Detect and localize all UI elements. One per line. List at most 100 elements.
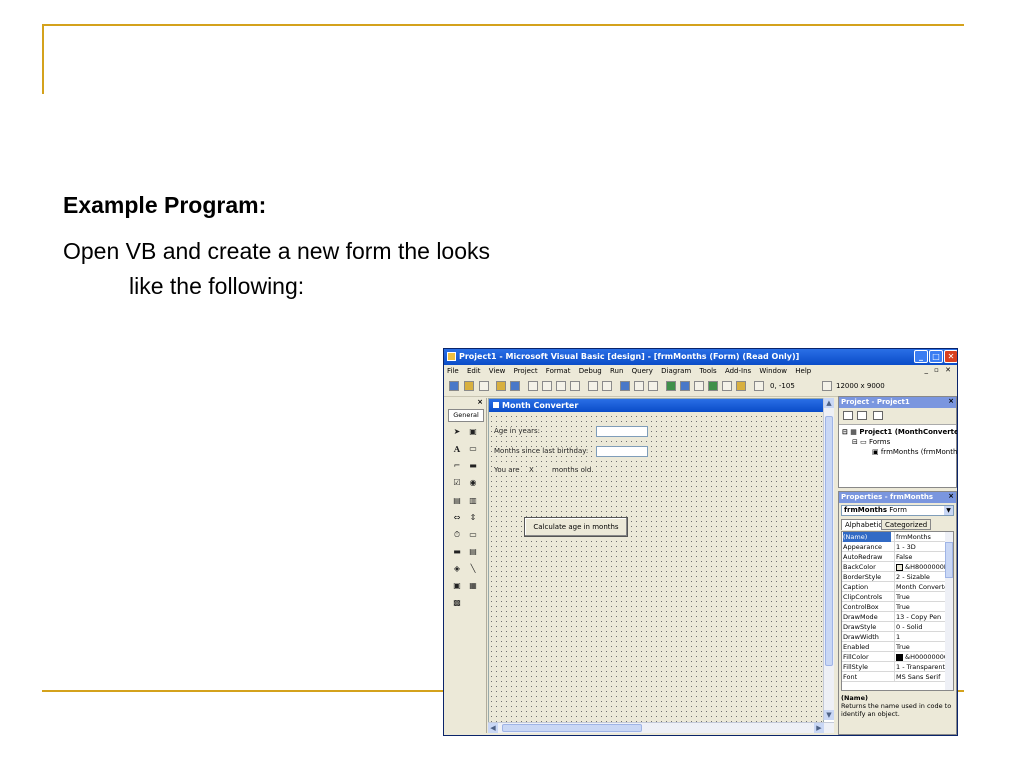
menu-add-ins[interactable]: Add-Ins	[722, 365, 754, 377]
tab-alphabetic[interactable]: Alphabetic	[841, 519, 887, 530]
timer-tool-icon[interactable]: ⏱	[450, 529, 464, 541]
drivelistbox-tool-icon[interactable]: ▭	[466, 529, 480, 541]
toolbox-general-tab[interactable]: General	[448, 409, 484, 422]
toolbox-close-icon[interactable]: ×	[477, 398, 483, 406]
property-row[interactable]: Enabled True	[842, 642, 946, 652]
property-row[interactable]: BorderStyle 2 - Sizable	[842, 572, 946, 582]
property-row[interactable]: DrawMode 13 - Copy Pen	[842, 612, 946, 622]
menu-debug[interactable]: Debug	[576, 365, 605, 377]
property-row[interactable]: BackColor&H8000000F&	[842, 562, 946, 572]
find-icon[interactable]	[570, 381, 580, 391]
menu-editor-icon[interactable]	[479, 381, 489, 391]
menu-format[interactable]: Format	[543, 365, 574, 377]
maximize-button[interactable]: □	[929, 350, 943, 363]
frame-tool-icon[interactable]: ⌐	[450, 460, 464, 472]
properties-close-icon[interactable]: ×	[948, 492, 954, 500]
redo-icon[interactable]	[602, 381, 612, 391]
checkbox-tool-icon[interactable]: ☑	[450, 477, 464, 489]
scroll-left-icon[interactable]: ◀	[488, 723, 498, 733]
textbox-tool-icon[interactable]: ▭	[466, 443, 480, 455]
label-result[interactable]: X	[528, 466, 535, 474]
line-tool-icon[interactable]: ╲	[466, 563, 480, 575]
menu-edit[interactable]: Edit	[464, 365, 484, 377]
scroll-down-icon[interactable]: ▼	[824, 710, 834, 720]
properties-window-icon[interactable]	[680, 381, 690, 391]
toolbox-icon[interactable]	[722, 381, 732, 391]
end-icon[interactable]	[648, 381, 658, 391]
minimize-button[interactable]: _	[914, 350, 928, 363]
chevron-down-icon[interactable]: ▼	[944, 506, 953, 515]
add-project-icon[interactable]	[449, 381, 459, 391]
start-icon[interactable]	[620, 381, 630, 391]
menu-diagram[interactable]: Diagram	[658, 365, 694, 377]
property-row[interactable]: AutoRedraw False	[842, 552, 946, 562]
object-selector[interactable]: frmMonths Form ▼	[841, 505, 954, 516]
property-scroll-thumb[interactable]	[945, 542, 953, 578]
age-textbox[interactable]	[596, 426, 648, 437]
menu-run[interactable]: Run	[607, 365, 626, 377]
toggle-folders-icon[interactable]	[873, 411, 883, 420]
data-view-icon[interactable]	[736, 381, 746, 391]
label-months-old[interactable]: months old.	[551, 466, 595, 474]
break-icon[interactable]	[634, 381, 644, 391]
property-row[interactable]: DrawStyle 0 - Solid	[842, 622, 946, 632]
add-form-icon[interactable]	[464, 381, 474, 391]
open-project-icon[interactable]	[496, 381, 506, 391]
vscrollbar-tool-icon[interactable]: ⇕	[466, 512, 480, 524]
view-object-icon[interactable]	[857, 411, 867, 420]
designer-horizontal-scrollbar[interactable]: ◀ ▶	[488, 722, 834, 733]
save-project-icon[interactable]	[510, 381, 520, 391]
project-explorer-icon[interactable]	[666, 381, 676, 391]
property-row[interactable]: FillColor&H00000000&	[842, 652, 946, 662]
filelistbox-tool-icon[interactable]: ▤	[466, 546, 480, 558]
menu-file[interactable]: File	[444, 365, 462, 377]
dirlistbox-tool-icon[interactable]: ▬	[450, 546, 464, 558]
tree-forms-folder[interactable]: ⊟ ▭ Forms	[852, 438, 890, 446]
label-you-are[interactable]: You are	[493, 466, 521, 474]
property-row[interactable]: (Name) frmMonths	[842, 532, 946, 542]
vertical-scroll-thumb[interactable]	[825, 416, 833, 666]
undo-icon[interactable]	[588, 381, 598, 391]
image-tool-icon[interactable]: ▣	[450, 580, 464, 592]
designer-vertical-scrollbar[interactable]: ▲ ▼	[823, 398, 834, 720]
property-row[interactable]: FillStyle 1 - Transparent	[842, 662, 946, 672]
close-button[interactable]: ✕	[944, 350, 957, 363]
label-tool-icon[interactable]: A	[450, 443, 464, 455]
menu-project[interactable]: Project	[511, 365, 541, 377]
paste-icon[interactable]	[556, 381, 566, 391]
hscrollbar-tool-icon[interactable]: ⇔	[450, 512, 464, 524]
property-row[interactable]: Font MS Sans Serif	[842, 672, 946, 682]
calculate-button[interactable]: Calculate age in months	[524, 517, 628, 537]
object-browser-icon[interactable]	[708, 381, 718, 391]
menu-view[interactable]: View	[486, 365, 509, 377]
combobox-tool-icon[interactable]: ▤	[450, 495, 464, 507]
property-grid-scrollbar[interactable]	[945, 532, 953, 690]
pointer-tool-icon[interactable]: ➤	[450, 426, 464, 438]
scroll-right-icon[interactable]: ▶	[814, 723, 824, 733]
tab-categorized[interactable]: Categorized	[881, 519, 932, 530]
cut-icon[interactable]	[528, 381, 538, 391]
horizontal-scroll-thumb[interactable]	[502, 724, 642, 732]
commandbutton-tool-icon[interactable]: ▬	[466, 460, 480, 472]
tree-project-root[interactable]: ⊟ ▦ Project1 (MonthConverter)	[842, 428, 957, 436]
copy-icon[interactable]	[542, 381, 552, 391]
title-bar[interactable]: Project1 - Microsoft Visual Basic [desig…	[444, 349, 957, 365]
property-row[interactable]: ControlBox True	[842, 602, 946, 612]
optionbutton-tool-icon[interactable]: ◉	[466, 477, 480, 489]
property-row[interactable]: DrawWidth 1	[842, 632, 946, 642]
menu-query[interactable]: Query	[629, 365, 656, 377]
picturebox-tool-icon[interactable]: ▣	[466, 426, 480, 438]
label-months[interactable]: Months since last birthday:	[493, 447, 590, 455]
menu-tools[interactable]: Tools	[696, 365, 719, 377]
property-row[interactable]: Caption Month Converter	[842, 582, 946, 592]
project-close-icon[interactable]: ×	[948, 397, 954, 405]
property-row[interactable]: ClipControls True	[842, 592, 946, 602]
menu-help[interactable]: Help	[792, 365, 814, 377]
form-layout-icon[interactable]	[694, 381, 704, 391]
view-code-icon[interactable]	[843, 411, 853, 420]
shape-tool-icon[interactable]: ◈	[450, 563, 464, 575]
label-age[interactable]: Age in years:	[493, 427, 541, 435]
listbox-tool-icon[interactable]: ▥	[466, 495, 480, 507]
tree-form-item[interactable]: ▣ frmMonths (frmMonths)	[872, 448, 957, 456]
form-month-converter[interactable]: Month Converter Age in years: Months sin…	[488, 398, 824, 726]
